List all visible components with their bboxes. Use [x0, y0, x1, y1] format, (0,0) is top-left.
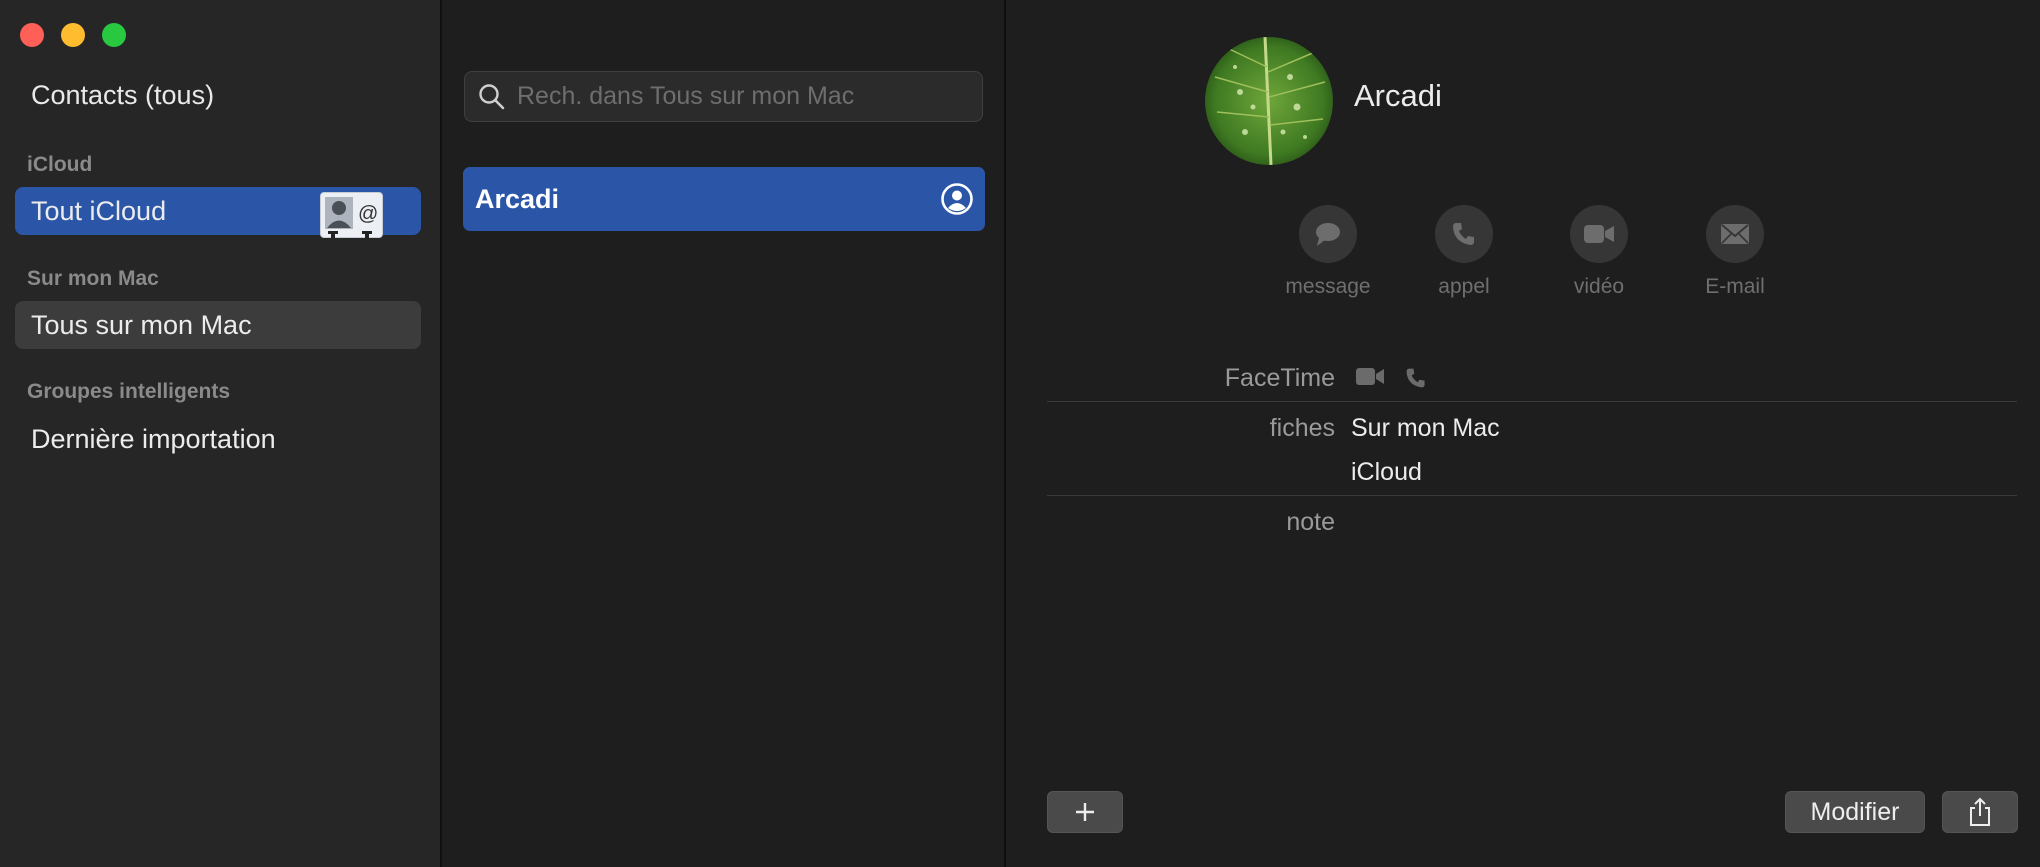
share-button[interactable] — [1942, 791, 2018, 833]
sidebar-item-label: Dernière importation — [31, 423, 276, 454]
dragged-contact-card-icon: @ — [320, 192, 383, 238]
message-circle — [1299, 205, 1357, 263]
share-icon — [1970, 797, 1990, 826]
leaf-photo-icon — [1205, 37, 1333, 165]
sidebar-header-icloud: iCloud — [27, 153, 93, 176]
action-label: vidéo — [1573, 275, 1625, 298]
phone-icon — [1453, 223, 1474, 245]
contact-name: Arcadi — [475, 183, 560, 214]
video-camera-icon — [1584, 225, 1614, 243]
contact-avatar[interactable] — [1205, 37, 1333, 165]
zoom-window-button[interactable] — [102, 23, 126, 47]
action-label: appel — [1438, 275, 1490, 298]
separator — [1047, 401, 2017, 402]
sidebar-item-last-import[interactable]: Dernière importation — [15, 415, 421, 463]
window-controls — [20, 23, 126, 47]
card-value: Sur mon Mac — [1351, 414, 1500, 442]
facetime-video-icon[interactable] — [1355, 366, 1385, 388]
contact-list-item[interactable]: Arcadi — [463, 167, 985, 231]
separator — [1047, 495, 2017, 496]
edit-button[interactable]: Modifier — [1785, 791, 1925, 833]
facetime-audio-icon[interactable] — [1404, 366, 1428, 390]
sidebar-item-all-on-my-mac[interactable]: Tous sur mon Mac — [15, 301, 421, 349]
plus-icon — [1076, 803, 1094, 821]
search-placeholder: Rech. dans Tous sur mon Mac — [517, 82, 855, 110]
close-window-button[interactable] — [20, 23, 44, 47]
sidebar-item-label: Tout iCloud — [31, 195, 167, 226]
edit-button-label: Modifier — [1810, 797, 1900, 826]
card-value: iCloud — [1351, 458, 1422, 486]
contact-name-heading: Arcadi — [1354, 78, 1442, 113]
call-circle — [1435, 205, 1493, 263]
message-action[interactable]: message — [1258, 205, 1398, 299]
sidebar-header-on-my-mac: Sur mon Mac — [27, 267, 159, 290]
call-action[interactable]: appel — [1394, 205, 1534, 299]
minimize-window-button[interactable] — [61, 23, 85, 47]
email-action[interactable]: E-mail — [1665, 205, 1805, 299]
my-card-icon — [941, 183, 973, 215]
action-label: message — [1285, 275, 1371, 298]
envelope-icon — [1721, 224, 1749, 244]
video-action[interactable]: vidéo — [1529, 205, 1669, 299]
sidebar-header-smart-groups: Groupes intelligents — [27, 380, 231, 403]
sidebar-item-label: Tous sur mon Mac — [31, 309, 252, 340]
cards-label: fiches — [1269, 414, 1335, 442]
search-icon — [479, 83, 505, 109]
video-circle — [1570, 205, 1628, 263]
note-label: note — [1286, 508, 1335, 536]
email-circle — [1706, 205, 1764, 263]
action-label: E-mail — [1705, 275, 1765, 298]
contact-detail-pane: Arcadi message appel vidéo E-mail FaceTi… — [1008, 0, 2040, 867]
sidebar-item-all-contacts[interactable]: Contacts (tous) — [31, 80, 214, 111]
search-field[interactable]: Rech. dans Tous sur mon Mac — [464, 71, 983, 122]
speech-bubble-icon — [1316, 223, 1340, 246]
facetime-label: FaceTime — [1224, 364, 1335, 392]
contact-list-pane: Rech. dans Tous sur mon Mac Arcadi — [444, 0, 1006, 867]
sidebar: Contacts (tous) iCloud Tout iCloud Sur m… — [0, 0, 442, 867]
svg-text:@: @ — [358, 203, 378, 225]
add-button[interactable] — [1047, 791, 1123, 833]
